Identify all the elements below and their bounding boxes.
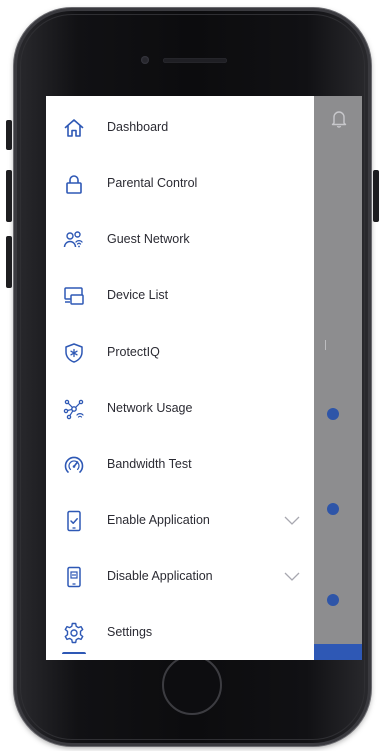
network-usage-icon bbox=[62, 397, 86, 421]
menu-item-label: Guest Network bbox=[107, 232, 190, 246]
gear-icon bbox=[62, 621, 86, 645]
chevron-down-icon[interactable] bbox=[283, 569, 301, 585]
background-status-dot bbox=[327, 594, 339, 606]
menu-item-label: Bandwidth Test bbox=[107, 457, 192, 471]
volume-up-button bbox=[6, 170, 12, 222]
menu-item-settings[interactable]: Settings bbox=[46, 613, 314, 653]
background-status-dot bbox=[327, 503, 339, 515]
background-divider bbox=[325, 340, 326, 350]
home-icon bbox=[62, 116, 86, 140]
menu-item-label: ProtectIQ bbox=[107, 345, 160, 359]
speedometer-icon bbox=[62, 453, 86, 477]
chevron-down-icon[interactable] bbox=[283, 513, 301, 529]
earpiece-speaker bbox=[163, 58, 227, 63]
mute-switch bbox=[6, 120, 12, 150]
background-status-dot bbox=[327, 408, 339, 420]
menu-item-enable-application[interactable]: Enable Application bbox=[46, 501, 314, 541]
menu-item-label: Settings bbox=[107, 625, 153, 639]
front-camera bbox=[141, 56, 149, 64]
disable-app-icon bbox=[62, 565, 86, 589]
menu-item-network-usage[interactable]: Network Usage bbox=[46, 389, 314, 429]
background-app-overlay[interactable] bbox=[314, 96, 362, 660]
background-bottom-bar bbox=[314, 644, 362, 660]
enable-app-icon bbox=[62, 509, 86, 533]
menu-item-protectiq[interactable]: ProtectIQ bbox=[46, 333, 314, 373]
menu-item-label: Device List bbox=[107, 288, 169, 302]
guest-users-icon bbox=[62, 228, 86, 252]
menu-item-guest-network[interactable]: Guest Network bbox=[46, 220, 314, 260]
menu-item-disable-application[interactable]: Disable Application bbox=[46, 557, 314, 597]
navigation-drawer: Dashboard Parental Control Guest Network… bbox=[46, 96, 314, 660]
menu-item-label: Network Usage bbox=[107, 401, 193, 415]
power-button bbox=[373, 170, 379, 222]
menu-item-label: Parental Control bbox=[107, 176, 198, 190]
bell-icon[interactable] bbox=[330, 109, 348, 129]
next-menu-item-peek bbox=[62, 652, 86, 660]
menu-item-bandwidth-test[interactable]: Bandwidth Test bbox=[46, 445, 314, 485]
menu-item-device-list[interactable]: Device List bbox=[46, 276, 314, 316]
lock-icon bbox=[62, 172, 86, 196]
menu-item-parental-control[interactable]: Parental Control bbox=[46, 164, 314, 204]
volume-down-button bbox=[6, 236, 12, 288]
devices-icon bbox=[62, 284, 86, 308]
menu-item-label: Disable Application bbox=[107, 569, 213, 583]
menu-item-label: Dashboard bbox=[107, 120, 169, 134]
menu-item-dashboard[interactable]: Dashboard bbox=[46, 108, 314, 148]
shield-icon bbox=[62, 341, 86, 365]
menu-item-label: Enable Application bbox=[107, 513, 210, 527]
phone-screen: Dashboard Parental Control Guest Network… bbox=[46, 96, 362, 660]
home-button[interactable] bbox=[162, 655, 222, 715]
